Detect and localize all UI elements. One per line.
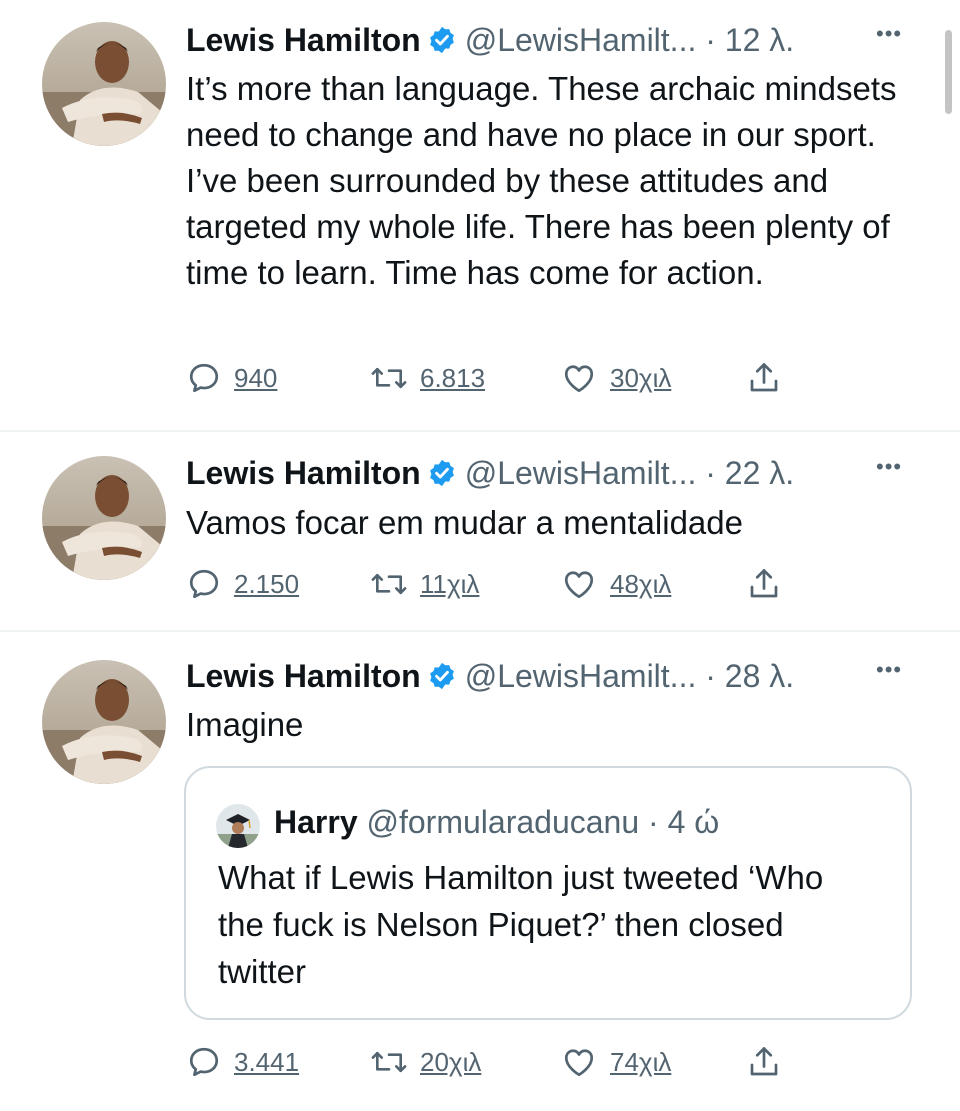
tweet[interactable]: Lewis Hamilton @LewisHamilt... · 22 λ. ••… (0, 432, 960, 630)
avatar[interactable] (42, 22, 166, 146)
timestamp[interactable]: 22 λ. (725, 455, 794, 491)
verified-badge-icon (427, 660, 457, 700)
reply-count: 2.150 (234, 568, 300, 599)
retweet-icon (370, 566, 408, 602)
retweet-button[interactable]: 20χιλ (370, 1040, 481, 1084)
share-icon (746, 360, 782, 396)
like-count: 48χιλ (610, 568, 672, 599)
author-name[interactable]: Lewis Hamilton (186, 22, 421, 58)
quoted-tweet[interactable]: Harry @formularaducanu · 4 ώ What if Lew… (184, 766, 912, 1020)
scrollbar[interactable] (945, 30, 952, 114)
quoted-author-name[interactable]: Harry (274, 804, 358, 840)
action-bar: 940 6.813 30χιλ (186, 356, 806, 400)
quoted-avatar[interactable] (216, 804, 260, 848)
retweet-button[interactable]: 6.813 (370, 356, 485, 400)
tweet-header: Lewis Hamilton @LewisHamilt... · 22 λ. (186, 453, 794, 493)
share-button[interactable] (746, 562, 782, 606)
tweet-text: Imagine (186, 706, 304, 743)
more-icon[interactable]: ••• (876, 650, 902, 690)
share-icon (746, 566, 782, 602)
separator-dot: · (648, 804, 659, 840)
tweet[interactable]: Lewis Hamilton @LewisHamilt... · 12 λ. ••… (0, 0, 960, 430)
quoted-header: Harry @formularaducanu · 4 ώ (274, 802, 719, 842)
separator-dot: · (705, 22, 716, 58)
reply-count: 3.441 (234, 1046, 300, 1077)
more-icon[interactable]: ••• (876, 447, 902, 487)
retweet-count: 6.813 (420, 362, 486, 393)
author-handle[interactable]: @LewisHamilt... (465, 22, 697, 58)
tweet-text: It’s more than language. These archaic m… (186, 70, 897, 291)
like-count: 74χιλ (610, 1046, 672, 1077)
author-handle[interactable]: @LewisHamilt... (465, 658, 697, 694)
separator-dot: · (705, 658, 716, 694)
reply-icon (186, 566, 222, 602)
tweet-header: Lewis Hamilton @LewisHamilt... · 12 λ. (186, 20, 794, 60)
more-icon[interactable]: ••• (876, 14, 902, 54)
tweet-text: Vamos focar em mudar a mentalidade (186, 504, 743, 541)
reply-icon (186, 1044, 222, 1080)
separator-dot: · (705, 455, 716, 491)
retweet-icon (370, 1044, 408, 1080)
reply-button[interactable]: 3.441 (186, 1040, 299, 1084)
like-button[interactable]: 48χιλ (560, 562, 671, 606)
share-button[interactable] (746, 1040, 782, 1084)
verified-badge-icon (427, 24, 457, 64)
quoted-text: What if Lewis Hamilton just tweeted ‘Who… (218, 859, 824, 990)
like-button[interactable]: 74χιλ (560, 1040, 671, 1084)
quoted-author-handle[interactable]: @formularaducanu (367, 804, 640, 840)
retweet-button[interactable]: 11χιλ (370, 562, 479, 606)
avatar[interactable] (42, 660, 166, 784)
like-count: 30χιλ (610, 362, 672, 393)
reply-button[interactable]: 2.150 (186, 562, 299, 606)
like-icon (560, 1044, 598, 1080)
like-icon (560, 566, 598, 602)
timestamp[interactable]: 12 λ. (725, 22, 794, 58)
author-name[interactable]: Lewis Hamilton (186, 658, 421, 694)
retweet-count: 20χιλ (420, 1046, 482, 1077)
quoted-timestamp[interactable]: 4 ώ (668, 804, 720, 840)
retweet-count: 11χιλ (420, 568, 480, 599)
author-handle[interactable]: @LewisHamilt... (465, 455, 697, 491)
action-bar: 2.150 11χιλ 48χιλ (186, 562, 806, 606)
like-button[interactable]: 30χιλ (560, 356, 671, 400)
author-name[interactable]: Lewis Hamilton (186, 455, 421, 491)
reply-button[interactable]: 940 (186, 356, 277, 400)
verified-badge-icon (427, 457, 457, 497)
like-icon (560, 360, 598, 396)
share-icon (746, 1044, 782, 1080)
timestamp[interactable]: 28 λ. (725, 658, 794, 694)
reply-icon (186, 360, 222, 396)
retweet-icon (370, 360, 408, 396)
reply-count: 940 (234, 362, 278, 393)
action-bar: 3.441 20χιλ 74χιλ (186, 1040, 806, 1084)
tweet[interactable]: Lewis Hamilton @LewisHamilt... · 28 λ. ••… (0, 632, 960, 1111)
tweet-header: Lewis Hamilton @LewisHamilt... · 28 λ. (186, 656, 794, 696)
avatar[interactable] (42, 456, 166, 580)
share-button[interactable] (746, 356, 782, 400)
